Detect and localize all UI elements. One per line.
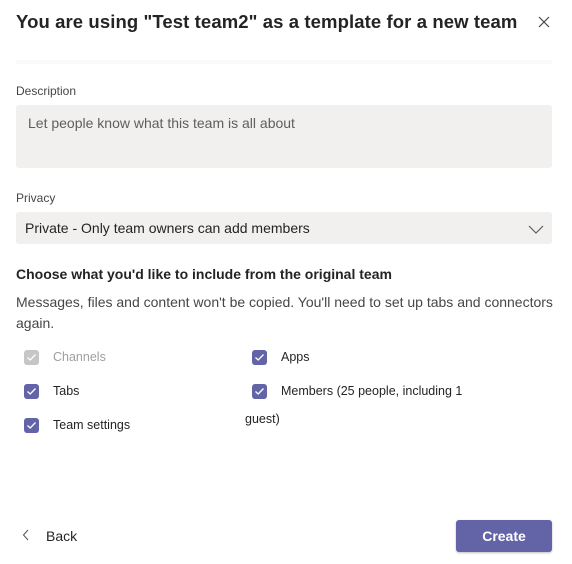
checkbox-label: Tabs [53, 384, 80, 398]
description-placeholder: Let people know what this team is all ab… [28, 115, 295, 131]
checkmark-icon [24, 418, 39, 433]
chevron-left-icon [22, 528, 30, 544]
checkbox-tabs[interactable]: Tabs [24, 384, 79, 399]
checkmark-icon [252, 350, 267, 365]
chevron-down-icon [528, 222, 544, 234]
checkbox-members[interactable]: Members (25 people, including 1 [252, 384, 462, 399]
checkbox-channels[interactable]: Channels [24, 350, 106, 365]
header-divider [16, 60, 552, 64]
checkmark-icon [24, 384, 39, 399]
dialog-title: You are using "Test team2" as a template… [16, 11, 518, 32]
checkbox-label: Team settings [53, 418, 131, 432]
checkbox-label: Members (25 people, including 1 [281, 384, 463, 398]
checkbox-label: Apps [281, 350, 310, 364]
privacy-dropdown[interactable]: Private - Only team owners can add membe… [16, 212, 552, 244]
privacy-label: Privacy [16, 191, 56, 205]
back-label: Back [46, 528, 78, 544]
create-button[interactable]: Create [456, 520, 552, 552]
description-label: Description [16, 84, 77, 98]
checkbox-label: Channels [53, 350, 106, 364]
back-button[interactable]: Back [22, 528, 77, 544]
include-heading: Choose what you'd like to include from t… [16, 266, 392, 282]
close-icon[interactable] [536, 14, 552, 30]
create-team-dialog: You are using "Test team2" as a template… [0, 0, 572, 564]
include-hint: Messages, files and content won't be cop… [16, 294, 553, 331]
checkmark-icon [24, 350, 39, 365]
checkbox-members-label-continued: guest) [245, 412, 280, 426]
description-input[interactable]: Let people know what this team is all ab… [16, 105, 552, 168]
privacy-selected-value: Private - Only team owners can add membe… [25, 220, 310, 236]
checkmark-icon [252, 384, 267, 399]
checkbox-apps[interactable]: Apps [252, 350, 310, 365]
checkbox-team-settings[interactable]: Team settings [24, 418, 130, 433]
